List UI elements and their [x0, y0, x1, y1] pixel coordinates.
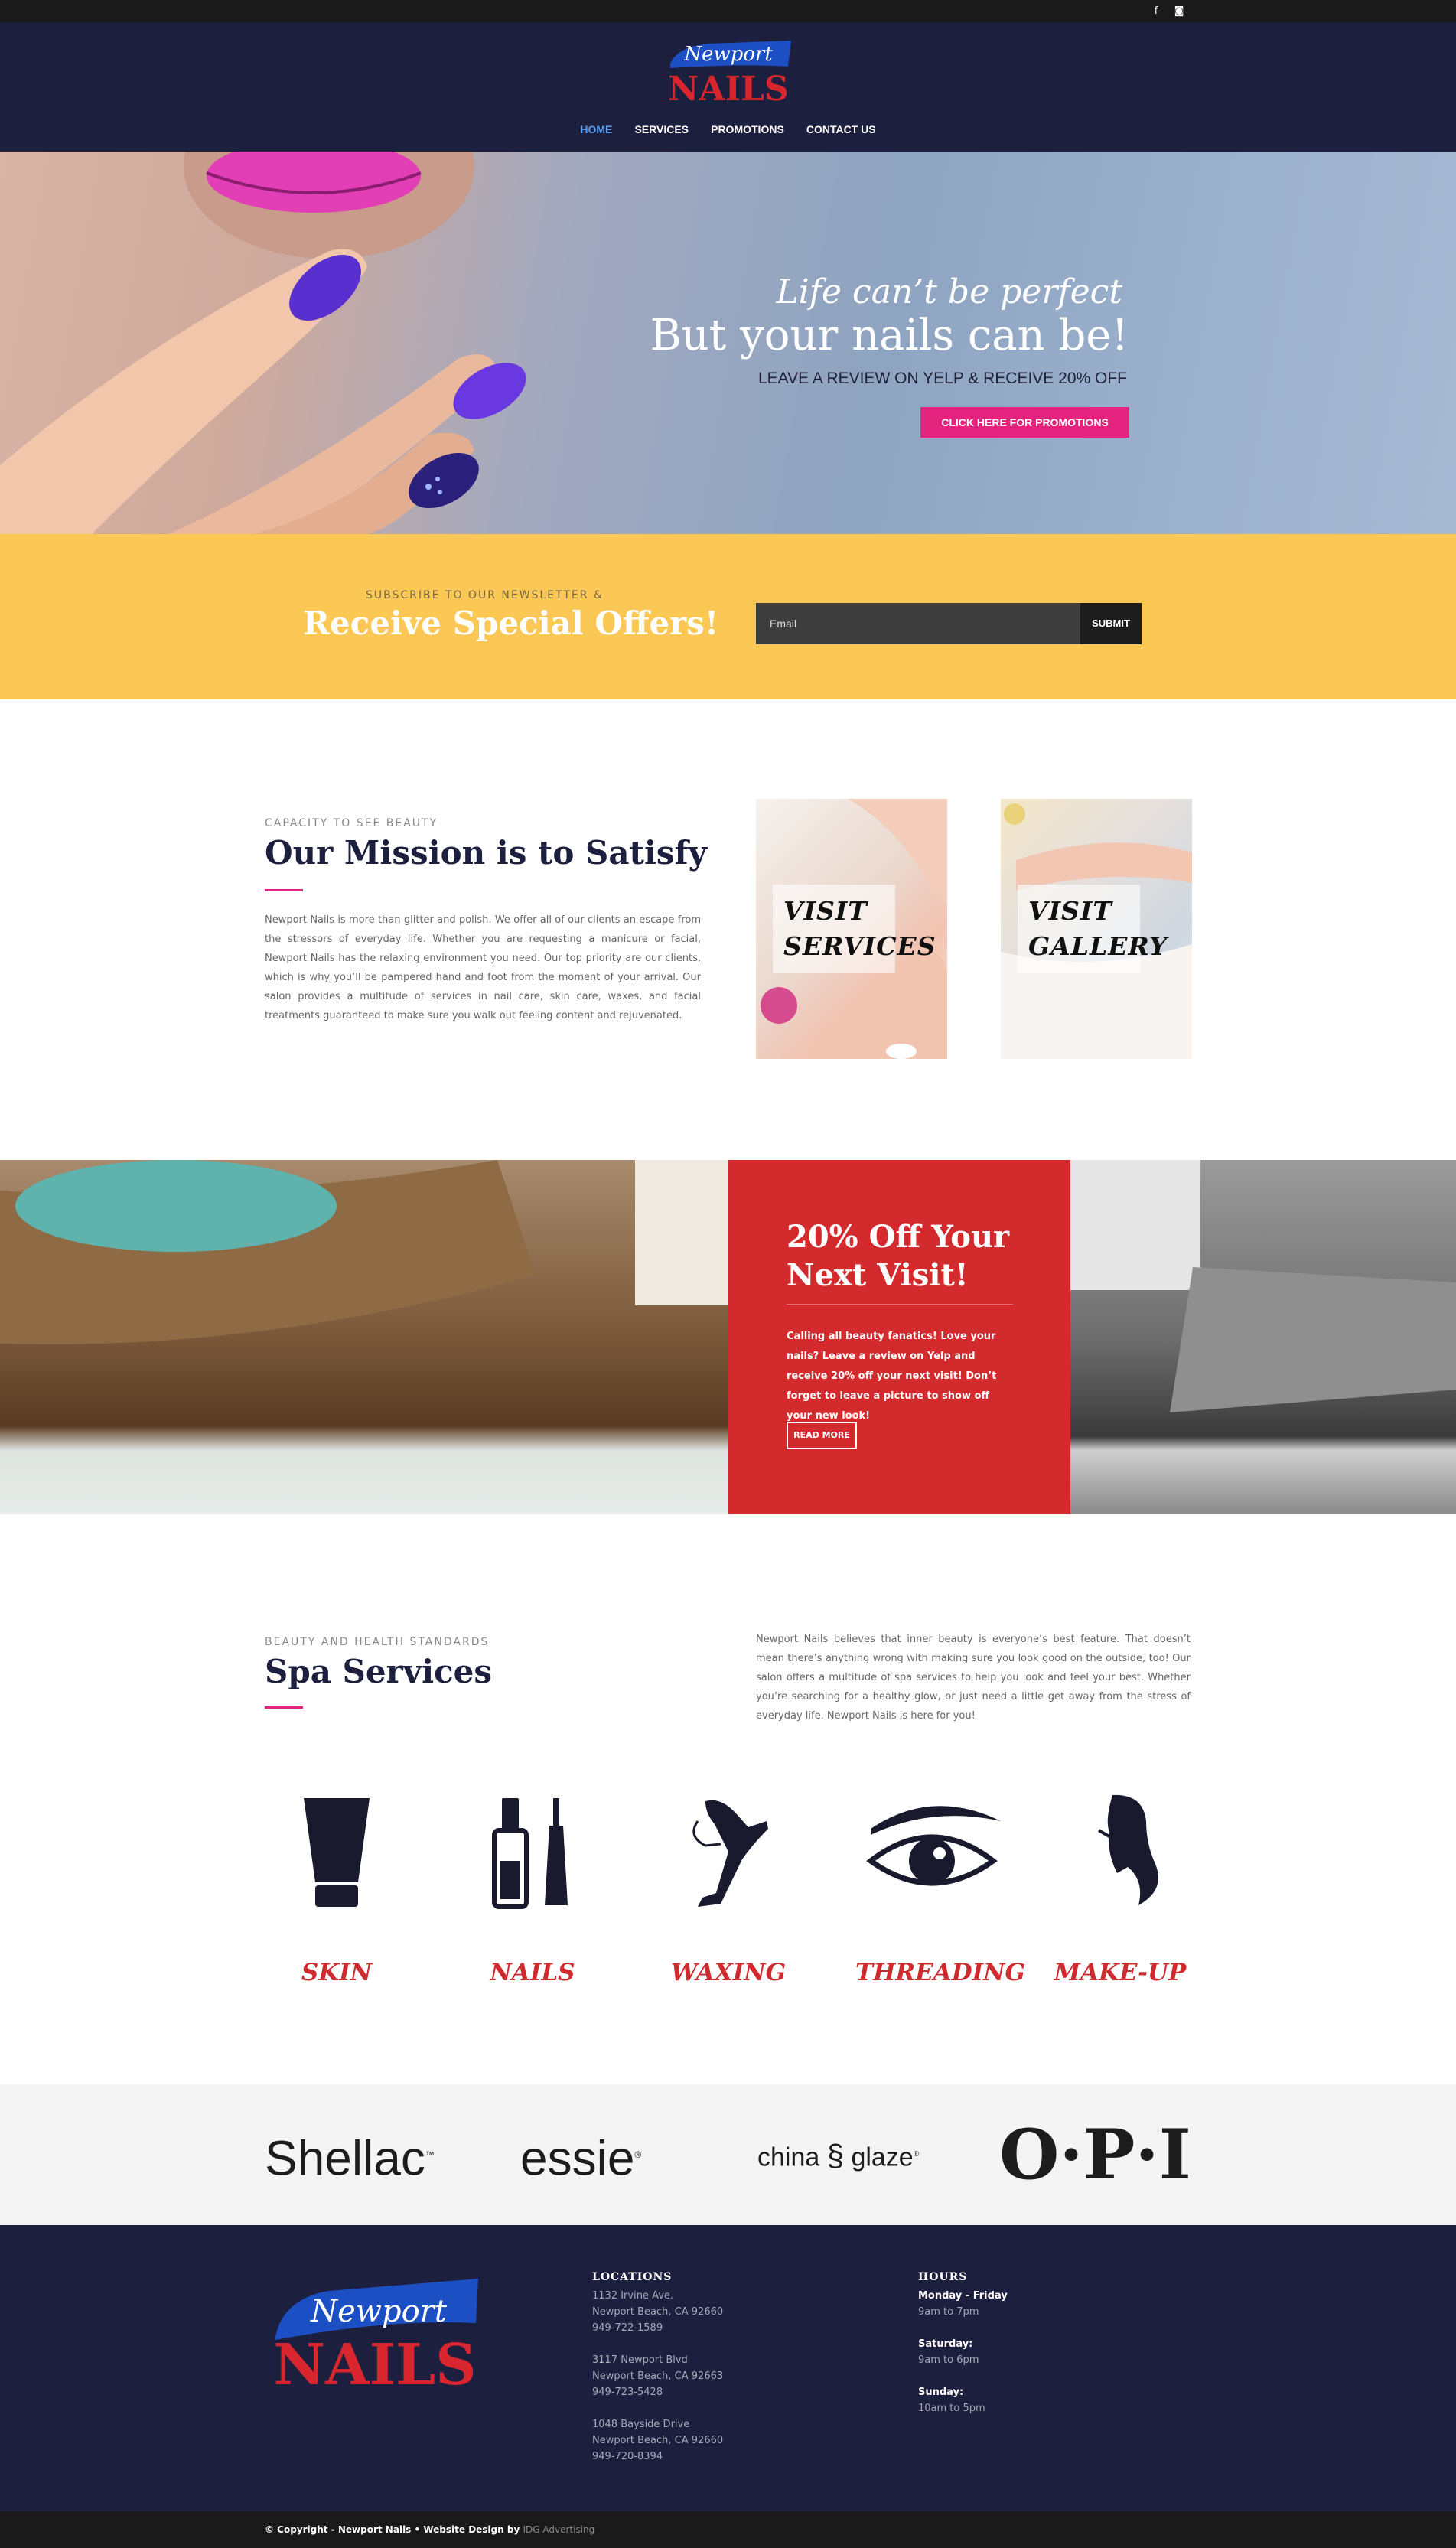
promo-divider	[787, 1304, 1013, 1305]
location-2-phone[interactable]: 949-723-5428	[592, 2384, 723, 2400]
visit-gallery-label: Visit Gallery	[1018, 885, 1167, 973]
spa-title: Spa Services	[265, 1653, 493, 1690]
location-1: 1132 Irvine Ave. Newport Beach, CA 92660…	[592, 2288, 723, 2336]
service-skin-label: SKIN	[301, 1959, 373, 1986]
visit-services-label: Visit Services	[773, 885, 936, 973]
promo-band: 20% Off Your Next Visit! Calling all bea…	[0, 1160, 1456, 1514]
instagram-icon[interactable]: ◙	[1173, 5, 1185, 18]
eye-lash-icon	[866, 1806, 1001, 1886]
nav-contact-us[interactable]: CONTACT US	[806, 123, 876, 135]
service-nails-label: NAILS	[490, 1959, 575, 1986]
visit-gallery-tile[interactable]: Visit Gallery	[1001, 799, 1192, 1059]
mission-kicker: CAPACITY TO SEE BEAUTY	[265, 817, 438, 829]
promo-card: 20% Off Your Next Visit! Calling all bea…	[728, 1160, 1070, 1514]
service-makeup-label: MAKE-UP	[1054, 1959, 1187, 1986]
site-footer: Newport NAILS LOCATIONS 1132 Irvine Ave.…	[0, 2225, 1456, 2511]
site-logo[interactable]: Newport NAILS	[663, 33, 794, 109]
svg-text:NAILS: NAILS	[273, 2332, 476, 2390]
visit-services-tile[interactable]: Visit Services	[756, 799, 947, 1059]
read-more-button[interactable]: READ MORE	[787, 1422, 857, 1449]
location-3-phone[interactable]: 949-720-8394	[592, 2449, 723, 2465]
footer-logo[interactable]: Newport NAILS	[268, 2276, 482, 2390]
service-nails[interactable]: NAILS	[456, 1790, 609, 1986]
hero-banner: Life can’t be perfect But your nails can…	[0, 152, 1456, 534]
logo-script: Newport	[683, 43, 773, 66]
newsletter-kicker: SUBSCRIBE TO OUR NEWSLETTER &	[366, 589, 604, 601]
locations-heading: LOCATIONS	[592, 2271, 673, 2283]
nail-polish-icon	[492, 1798, 568, 1909]
promotions-button[interactable]: CLICK HERE FOR PROMOTIONS	[920, 407, 1129, 438]
makeup-face-icon	[1097, 1794, 1158, 1905]
service-waxing[interactable]: WAXING	[652, 1790, 805, 1986]
brand-essie[interactable]: essie®	[520, 2084, 641, 2225]
hero-hand-image	[0, 152, 526, 534]
brands-strip: Shellac™ essie® china § glaze® O·P·I	[0, 2084, 1456, 2225]
mission-underline	[265, 889, 303, 891]
location-2: 3117 Newport Blvd Newport Beach, CA 9266…	[592, 2352, 723, 2400]
lotion-tube-icon	[304, 1798, 370, 1907]
newsletter-title: Receive Special Offers!	[303, 604, 719, 642]
spa-text: Newport Nails believes that inner beauty…	[756, 1634, 1191, 1722]
nav-home[interactable]: HOME	[580, 123, 612, 135]
agency-link[interactable]: IDG Advertising	[523, 2524, 594, 2535]
service-threading[interactable]: THREADING	[855, 1790, 1025, 1986]
service-waxing-label: WAXING	[670, 1959, 787, 1986]
facebook-icon[interactable]: f	[1150, 5, 1162, 18]
hero-headline: But your nails can be!	[650, 311, 1129, 360]
spa-towel-image	[1070, 1160, 1456, 1514]
spa-kicker: BEAUTY AND HEALTH STANDARDS	[265, 1636, 490, 1648]
top-bar: f ◙	[0, 0, 1456, 22]
email-input[interactable]: Email	[756, 603, 1080, 644]
copyright-bar: © Copyright - Newport Nails • Website De…	[0, 2511, 1456, 2548]
promo-text: Calling all beauty fanatics! Love your n…	[787, 1331, 997, 1422]
svg-text:Newport: Newport	[310, 2294, 448, 2329]
hours-heading: HOURS	[918, 2271, 968, 2283]
hours-weekdays: Monday - Friday 9am to 7pm	[918, 2290, 1008, 2318]
logo-word: NAILS	[668, 70, 789, 109]
mission-title: Our Mission is to Satisfy	[265, 834, 708, 872]
brand-china-glaze[interactable]: china § glaze®	[757, 2084, 919, 2225]
nav-services[interactable]: SERVICES	[634, 123, 689, 135]
mission-text: Newport Nails is more than glitter and p…	[265, 914, 701, 1021]
promo-title: 20% Off Your Next Visit!	[787, 1219, 1010, 1293]
hero-subheadline: LEAVE A REVIEW ON YELP & RECEIVE 20% OFF	[757, 370, 1127, 387]
hours-saturday: Saturday: 9am to 6pm	[918, 2338, 979, 2366]
location-3: 1048 Bayside Drive Newport Beach, CA 926…	[592, 2416, 723, 2465]
location-1-phone[interactable]: 949-722-1589	[592, 2320, 723, 2336]
leg-wax-icon	[692, 1800, 768, 1907]
hero-tagline: Life can’t be perfect	[776, 272, 1122, 311]
spa-bowl-image	[0, 1160, 728, 1514]
service-makeup[interactable]: MAKE-UP	[1044, 1790, 1197, 1986]
copyright-text: © Copyright - Newport Nails • Website De…	[265, 2524, 595, 2535]
site-header: Newport NAILS HOME SERVICES PROMOTIONS C…	[0, 22, 1456, 152]
service-skin[interactable]: SKIN	[260, 1790, 413, 1986]
submit-button[interactable]: SUBMIT	[1080, 603, 1142, 644]
spa-underline	[265, 1706, 303, 1709]
service-threading-label: THREADING	[855, 1959, 1025, 1986]
nav-promotions[interactable]: PROMOTIONS	[711, 123, 784, 135]
brand-opi[interactable]: O·P·I	[999, 2084, 1191, 2225]
newsletter-section: SUBSCRIBE TO OUR NEWSLETTER & Receive Sp…	[0, 534, 1456, 699]
brand-shellac[interactable]: Shellac™	[265, 2084, 435, 2225]
hours-sunday: Sunday: 10am to 5pm	[918, 2387, 985, 2414]
main-nav: HOME SERVICES PROMOTIONS CONTACT US	[0, 122, 1456, 136]
